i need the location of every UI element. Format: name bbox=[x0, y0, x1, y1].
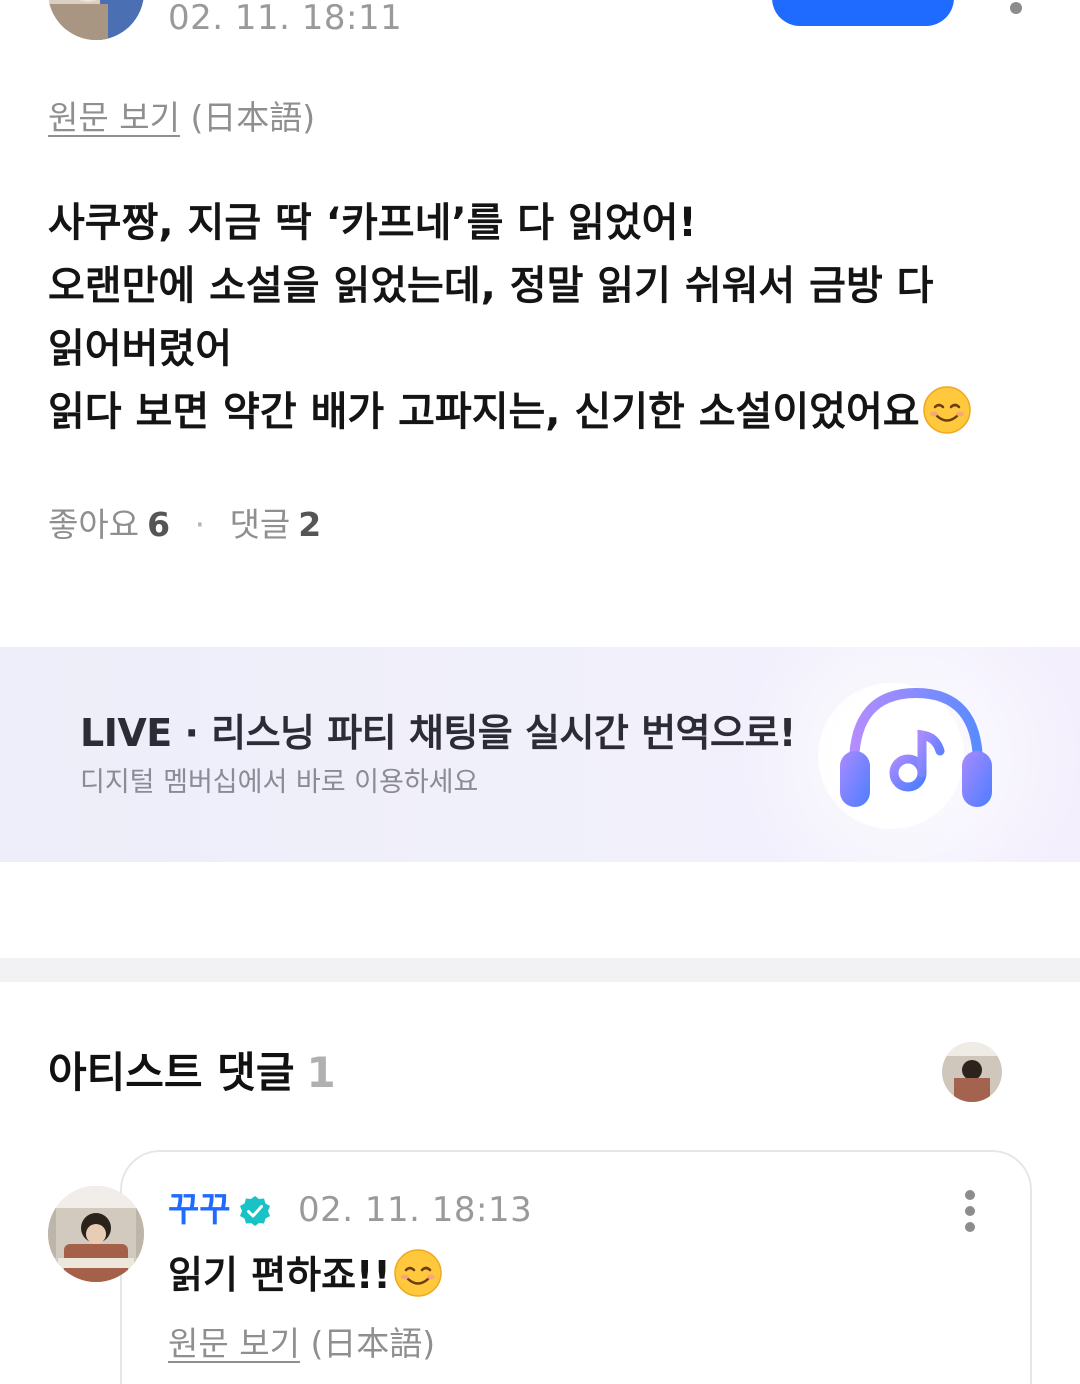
artist-comments-count: 1 bbox=[306, 1048, 336, 1097]
comment-author-name[interactable]: 꾸꾸 bbox=[168, 1190, 231, 1230]
headphones-music-icon bbox=[840, 687, 992, 807]
post-timestamp: 02. 11. 18:11 bbox=[168, 0, 403, 38]
follow-button[interactable] bbox=[772, 0, 954, 26]
banner-subtitle: 디지털 멤버십에서 바로 이용하세요 bbox=[80, 767, 479, 798]
post-author-avatar[interactable] bbox=[48, 0, 144, 40]
banner-title: LIVE · 리스닝 파티 채팅을 실시간 번역으로! bbox=[80, 711, 796, 755]
post-body-text: 사쿠짱, 지금 딱 ‘카프네’를 다 읽었어! 오랜만에 소설을 읽었는데, 정… bbox=[48, 200, 934, 435]
comment-timestamp: 02. 11. 18:13 bbox=[298, 1190, 533, 1230]
comment-body-text: 읽기 편하죠!! bbox=[168, 1253, 391, 1297]
view-original-link[interactable]: 원문 보기 bbox=[48, 98, 180, 137]
stats-separator: · bbox=[194, 505, 206, 544]
original-language-label: (日本語) bbox=[190, 98, 316, 137]
artist-header-avatar[interactable] bbox=[942, 1042, 1002, 1102]
comment-translate-row: 원문 보기 (日本語) bbox=[168, 1324, 435, 1364]
post-body: 사쿠짱, 지금 딱 ‘카프네’를 다 읽었어! 오랜만에 소설을 읽었는데, 정… bbox=[48, 192, 1048, 444]
comment-original-language-label: (日本語) bbox=[310, 1324, 436, 1363]
likes-stat[interactable]: 좋아요 6 bbox=[48, 505, 170, 544]
post-translate-row: 원문 보기 (日本語) bbox=[48, 98, 315, 138]
comment-body: 읽기 편하죠!! bbox=[168, 1248, 443, 1300]
smiling-face-emoji-icon bbox=[393, 1249, 442, 1297]
live-translation-banner[interactable]: LIVE · 리스닝 파티 채팅을 실시간 번역으로! 디지털 멤버십에서 바로… bbox=[0, 647, 1080, 862]
smiling-face-emoji-icon bbox=[922, 386, 971, 434]
comments-stat[interactable]: 댓글 2 bbox=[230, 505, 322, 544]
section-divider bbox=[0, 958, 1080, 982]
comment-view-original-link[interactable]: 원문 보기 bbox=[168, 1324, 300, 1363]
artist-comments-title: 아티스트 댓글 1 bbox=[48, 1048, 336, 1098]
likes-count: 6 bbox=[147, 505, 171, 544]
likes-label: 좋아요 bbox=[48, 505, 140, 544]
verified-badge-icon bbox=[240, 1196, 270, 1226]
post-stats: 좋아요 6 · 댓글 2 bbox=[48, 505, 321, 545]
comment-author-avatar[interactable] bbox=[48, 1186, 144, 1282]
comments-label: 댓글 bbox=[229, 505, 291, 544]
comments-count: 2 bbox=[298, 505, 322, 544]
artist-comments-label: 아티스트 댓글 bbox=[48, 1048, 295, 1097]
comment-more-options-icon[interactable] bbox=[962, 1190, 978, 1234]
post-more-options-icon[interactable] bbox=[1010, 2, 1022, 14]
